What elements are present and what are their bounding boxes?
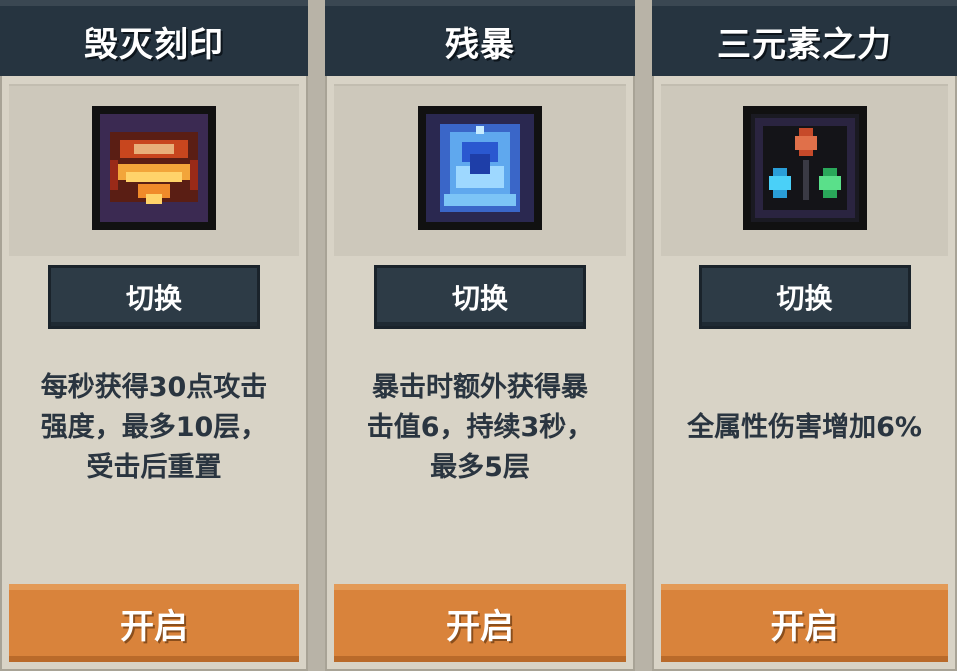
switch-button[interactable]: 切换: [701, 268, 908, 326]
fire-mark-icon: [92, 106, 216, 230]
three-gems-icon: [742, 106, 867, 230]
open-button[interactable]: 开启: [9, 584, 299, 662]
skill-card-3: 三元素之力 切换 全属性伤害增加6% 开启: [652, 0, 957, 671]
ice-crystal-icon: [418, 106, 542, 230]
card-title: 毁灭刻印: [0, 0, 308, 76]
card-title: 三元素之力: [652, 0, 957, 76]
card-description: 全属性伤害增加6%: [656, 408, 953, 448]
description-line: 受击后重置: [86, 452, 222, 483]
card-description: 暴击时额外获得暴 击值6，持续3秒， 最多5层: [329, 368, 631, 488]
open-button[interactable]: 开启: [334, 584, 626, 662]
card-description: 每秒获得30点攻击 强度，最多10层， 受击后重置: [4, 368, 304, 488]
description-line: 全属性伤害增加6%: [687, 412, 922, 443]
icon-panel: [661, 84, 948, 256]
description-line: 最多5层: [430, 452, 530, 483]
card-title: 残暴: [325, 0, 635, 76]
description-line: 击值6，持续3秒，: [366, 412, 594, 443]
switch-button[interactable]: 切换: [377, 268, 583, 326]
description-line: 强度，最多10层，: [40, 412, 268, 443]
icon-panel: [9, 84, 299, 256]
description-line: 暴击时额外获得暴: [372, 372, 588, 403]
description-line: 每秒获得30点攻击: [40, 372, 268, 403]
open-button[interactable]: 开启: [661, 584, 948, 662]
skill-card-1: 毁灭刻印 切换 每秒获得30点攻击 强度，最多10层， 受击后重置 开启: [0, 0, 308, 671]
switch-button[interactable]: 切换: [51, 268, 257, 326]
skill-card-2: 残暴 切换 暴击时额外获得暴 击值6，持续3秒， 最多5层 开启: [325, 0, 635, 671]
icon-panel: [334, 84, 626, 256]
